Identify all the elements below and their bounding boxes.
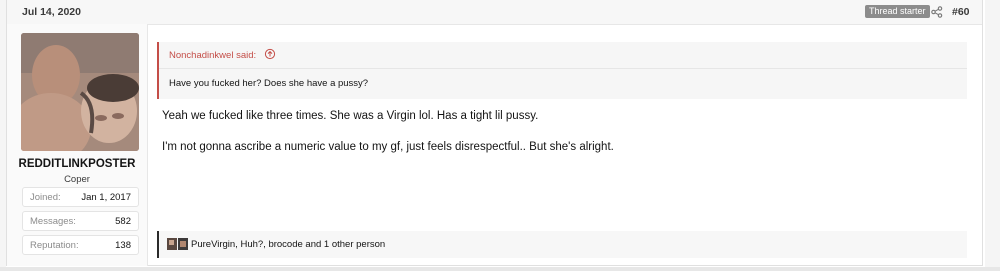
stat-label: Messages: [30,216,76,227]
reaction-icons [167,238,189,250]
stat-value[interactable]: 582 [115,216,131,227]
stat-label: Reputation: [30,240,79,251]
stat-reputation: Reputation: 138 [22,235,139,255]
thread-starter-badge: Thread starter [865,5,930,18]
quote-block: Nonchadinkwel said: Have you fucked her?… [157,42,967,99]
bottom-band [0,267,1000,271]
forum-post: Jul 14, 2020 Thread starter #60 REDDITLI… [6,0,983,266]
reaction-users-link[interactable]: PureVirgin, Huh?, brocode and 1 other pe… [191,239,385,250]
post-content: Nonchadinkwel said: Have you fucked her?… [157,24,967,266]
stat-messages: Messages: 582 [22,211,139,231]
quote-header: Nonchadinkwel said: [159,42,967,69]
stat-value: Jan 1, 2017 [81,192,131,203]
avatar[interactable] [21,33,139,151]
page-edge-right [985,0,1000,271]
user-info-panel: REDDITLINKPOSTER Coper Joined: Jan 1, 20… [7,24,148,266]
quote-text: Have you fucked her? Does she have a pus… [169,78,369,89]
stat-joined: Joined: Jan 1, 2017 [22,187,139,207]
reactions-bar[interactable]: PureVirgin, Huh?, brocode and 1 other pe… [157,231,967,258]
quote-author-link[interactable]: Nonchadinkwel said: [169,50,256,61]
message-text: I'm not gonna ascribe a numeric value to… [162,141,614,153]
post-date[interactable]: Jul 14, 2020 [22,6,81,18]
stat-label: Joined: [30,192,61,203]
stat-value: 138 [115,240,131,251]
username[interactable]: REDDITLINKPOSTER [7,158,147,170]
share-icon[interactable] [930,5,944,19]
arrow-up-circle-icon[interactable] [264,48,276,60]
post-number-link[interactable]: #60 [952,6,970,18]
user-stats: Joined: Jan 1, 2017 Messages: 582 Reputa… [22,187,139,259]
message-text: Yeah we fucked like three times. She was… [162,110,539,122]
post-header: Jul 14, 2020 Thread starter #60 [7,0,982,25]
user-title: Coper [64,174,90,185]
